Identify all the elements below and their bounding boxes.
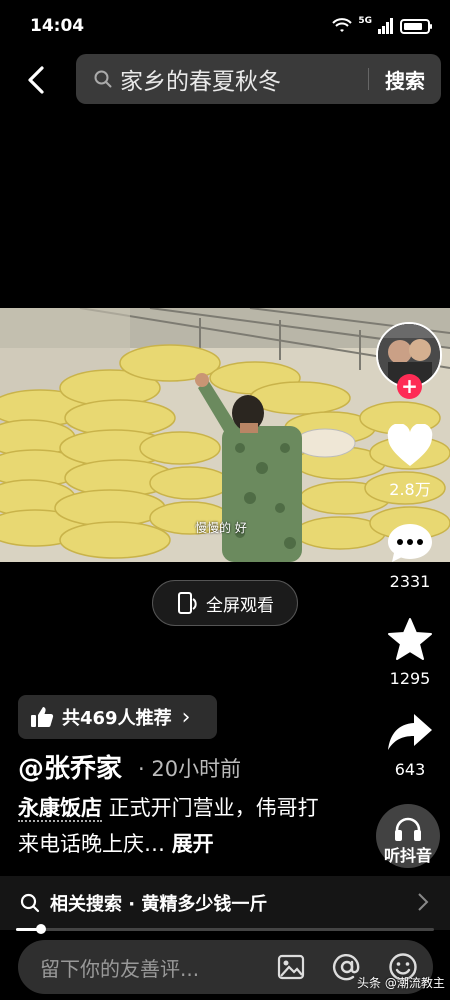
status-icons: 5G	[332, 16, 432, 36]
thumbs-up-icon	[31, 707, 54, 727]
image-icon	[277, 954, 305, 980]
search-icon	[94, 70, 112, 88]
battery-icon	[400, 18, 432, 34]
related-search-bar[interactable]: 相关搜索 · 黄精多少钱一斤	[0, 876, 450, 930]
watermark: 头条 @潮流教主	[357, 976, 445, 990]
status-time: 14:04	[30, 16, 85, 36]
like-button[interactable]: 2.8万	[378, 423, 442, 500]
back-button[interactable]	[18, 60, 54, 100]
wifi-icon	[332, 18, 353, 32]
comment-input[interactable]: 留下你的友善评...	[40, 953, 275, 982]
follow-button[interactable]: +	[397, 374, 422, 399]
search-box[interactable]: 家乡的春夏秋冬 搜索	[76, 54, 441, 104]
post-description: 永康饭店 正式开门营业，伟哥打来电话晚上庆… 展开	[18, 790, 328, 862]
author-name[interactable]: @张乔家	[18, 748, 122, 785]
post-time: · 20小时前	[138, 757, 242, 781]
network-label: 5G	[358, 16, 372, 26]
related-search-prefix: 相关搜索 ·	[50, 894, 142, 915]
fullscreen-label: 全屏观看	[206, 595, 274, 616]
search-icon	[20, 893, 40, 913]
share-arrow-icon	[388, 714, 432, 750]
fullscreen-icon	[178, 592, 197, 614]
image-button[interactable]	[275, 951, 307, 983]
share-count: 643	[394, 760, 426, 779]
favorite-button[interactable]: 1295	[378, 617, 442, 688]
listen-label: 听抖音	[383, 846, 432, 865]
video-progress-handle[interactable]	[36, 924, 47, 934]
chevron-right-icon	[418, 893, 429, 911]
video-progress-track[interactable]	[16, 928, 434, 931]
heart-icon	[387, 423, 433, 466]
recommend-label: 共469人推荐	[62, 708, 172, 729]
fullscreen-button[interactable]: 全屏观看	[152, 580, 298, 626]
share-button[interactable]: 643	[378, 712, 442, 779]
poi-link[interactable]: 永康饭店	[18, 796, 102, 822]
related-search-query: 黄精多少钱一斤	[141, 894, 268, 915]
chevron-left-icon	[28, 66, 44, 94]
comment-button[interactable]: 2331	[378, 522, 442, 591]
signal-icon	[378, 18, 393, 34]
video-caption: 慢慢的 好	[195, 521, 247, 535]
comment-count: 2331	[389, 572, 431, 591]
recommend-pill[interactable]: 共469人推荐 ›	[18, 695, 217, 739]
like-count: 2.8万	[389, 480, 431, 499]
search-input[interactable]: 家乡的春夏秋冬	[120, 62, 368, 96]
chevron-right-icon: ›	[181, 704, 191, 730]
headphones-icon	[395, 817, 421, 841]
search-button[interactable]: 搜索	[385, 65, 425, 94]
star-icon	[388, 618, 432, 660]
search-divider	[368, 68, 369, 90]
expand-button[interactable]: 展开	[172, 832, 214, 856]
comment-icon	[388, 524, 432, 562]
favorite-count: 1295	[389, 669, 431, 688]
